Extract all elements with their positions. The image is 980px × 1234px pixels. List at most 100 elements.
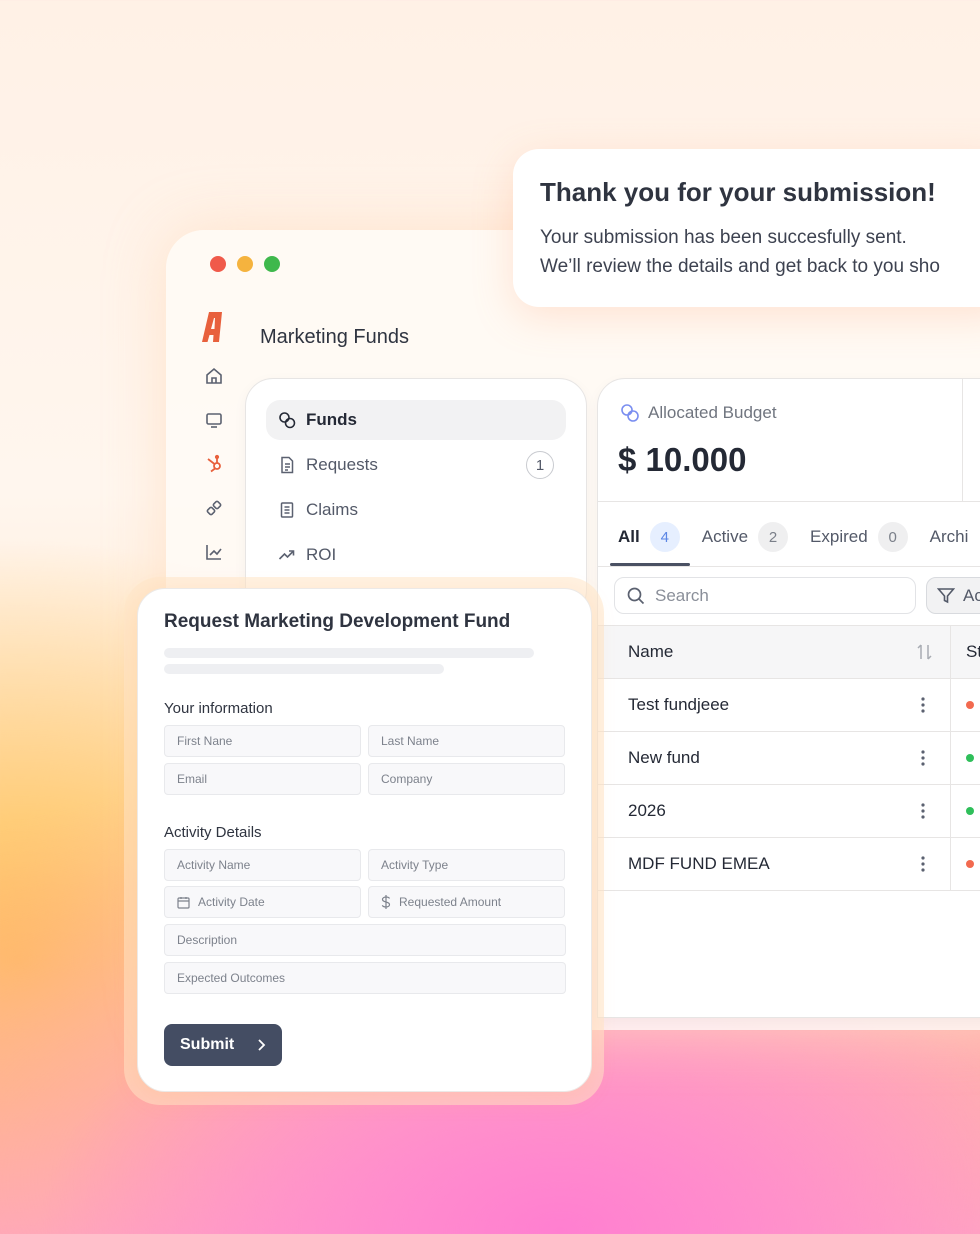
last-name-field[interactable]: Last Name [368,725,565,757]
placeholder-bar [164,664,444,674]
status-dot [966,701,974,709]
description-field[interactable]: Description [164,924,566,956]
nav-item-claims[interactable]: Claims [266,490,566,530]
divider [598,501,980,502]
close-window-dot[interactable] [210,256,226,272]
status-dot [966,754,974,762]
activity-date-field[interactable]: Activity Date [164,886,361,918]
nav-item-label: Requests [306,455,378,474]
status-dot [966,807,974,815]
column-separator [950,626,951,678]
window-controls [210,256,280,272]
budget-label-text: Allocated Budget [648,403,777,422]
allocated-budget-label: Allocated Budget [620,403,777,423]
request-form-card: Request Marketing Development Fund Your … [137,588,592,1092]
nav-item-requests[interactable]: Requests 1 [266,445,566,485]
clipboard-icon [280,502,294,518]
hubspot-icon[interactable] [203,454,225,474]
more-options-icon[interactable] [920,679,926,731]
app-logo-icon[interactable] [202,312,226,342]
toast-message-line: Your submission has been succesfully sen… [540,227,907,248]
nav-item-label: Funds [306,410,357,429]
tab-active[interactable]: Active 2 [701,521,789,553]
fund-name: Test fundjeee [628,695,730,714]
tab-expired[interactable]: Expired 0 [810,521,908,553]
tab-label: All [618,527,640,546]
table-header: Name St [598,625,980,679]
status-tabs: All 4 Active 2 Expired 0 Archi [618,521,968,553]
toast-title: Thank you for your submission! [540,177,936,207]
company-field[interactable]: Company [368,763,565,795]
column-separator [950,679,951,731]
nav-item-funds[interactable]: Funds [266,400,566,440]
divider [598,566,980,567]
tab-count: 0 [877,522,908,552]
document-icon [281,456,294,474]
tab-all[interactable]: All 4 [618,521,680,553]
coins-icon [621,404,639,422]
requested-amount-placeholder: Requested Amount [399,895,502,909]
page-title: Marketing Funds [260,326,409,348]
chart-icon[interactable] [203,542,225,562]
requests-count-badge: 1 [526,451,554,479]
search-input[interactable]: Search [614,577,916,614]
column-separator [950,785,951,837]
more-options-icon[interactable] [920,732,926,784]
minimize-window-dot[interactable] [237,256,253,272]
status-dot [966,860,974,868]
funds-icon [279,412,296,429]
left-rail [203,366,225,562]
expected-outcomes-field[interactable]: Expected Outcomes [164,962,566,994]
column-header-name[interactable]: Name [628,626,673,678]
tab-count: 2 [758,522,789,552]
filter-icon [937,587,955,603]
search-placeholder: Search [655,585,709,605]
fund-name: 2026 [628,801,666,820]
search-icon [627,587,645,604]
fund-name: MDF FUND EMEA [628,854,770,873]
more-options-icon[interactable] [920,785,926,837]
first-name-field[interactable]: First Nane [164,725,361,757]
fund-name: New fund [628,748,700,767]
nav-item-roi[interactable]: ROI [266,535,566,575]
toast-message-line: We’ll review the details and get back to… [540,256,940,277]
column-separator [950,838,951,890]
section-heading-your-information: Your information [164,700,273,717]
table-row[interactable]: New fund [598,732,980,785]
tab-archived[interactable]: Archi [930,521,969,553]
dollar-icon [381,895,391,909]
submit-button[interactable]: Submit [164,1024,282,1066]
home-icon[interactable] [203,366,225,386]
activity-date-placeholder: Activity Date [198,895,265,909]
submit-label: Submit [180,1036,235,1053]
table-row[interactable]: Test fundjeee [598,679,980,732]
table-row[interactable]: MDF FUND EMEA [598,838,980,891]
activity-name-field[interactable]: Activity Name [164,849,361,881]
integration-icon[interactable] [203,498,225,518]
email-field[interactable]: Email [164,763,361,795]
column-header-status[interactable]: St [966,626,980,678]
trending-up-icon [278,550,295,560]
monitor-icon[interactable] [203,410,225,430]
allocated-budget-value: $ 10.000 [618,441,747,478]
filter-label: Ac [963,585,980,605]
activity-type-field[interactable]: Activity Type [368,849,565,881]
chevron-right-icon [258,1039,266,1051]
tab-label: Expired [810,527,868,546]
section-heading-activity-details: Activity Details [164,824,262,841]
placeholder-bar [164,648,534,658]
more-options-icon[interactable] [920,838,926,890]
sort-icon[interactable] [916,626,934,678]
nav-item-label: ROI [306,545,337,564]
maximize-window-dot[interactable] [264,256,280,272]
form-title: Request Marketing Development Fund [164,611,511,632]
filter-button[interactable]: Ac [926,577,980,614]
requested-amount-field[interactable]: Requested Amount [368,886,565,918]
divider [962,379,963,501]
funds-main-panel: Allocated Budget $ 10.000 All 4 Active 2 E… [597,378,980,1018]
table-row[interactable]: 2026 [598,785,980,838]
calendar-icon [177,896,190,909]
column-separator [950,732,951,784]
nav-item-label: Claims [306,500,358,519]
tab-label: Active [701,527,749,546]
